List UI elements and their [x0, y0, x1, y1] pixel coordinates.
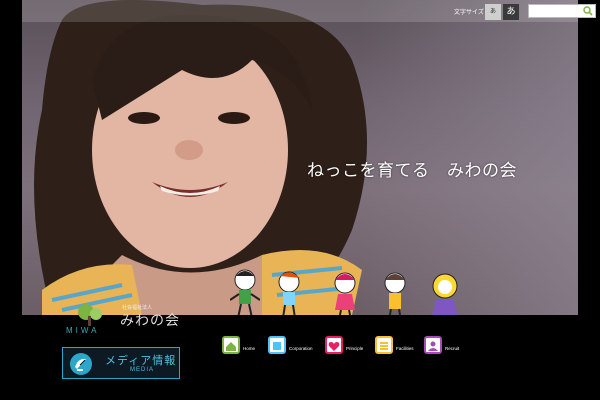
- nav-label: Principle: [346, 346, 364, 351]
- search-input[interactable]: [528, 4, 596, 18]
- satellite-dish-icon: [70, 353, 92, 375]
- character-illustration-1: [230, 269, 260, 319]
- media-sublabel: MEDIA: [130, 367, 155, 373]
- list-icon: [375, 336, 393, 354]
- media-label: メディア情報: [105, 354, 177, 367]
- page: 文字サイズ あ あ ねっこを育てる みわの会 社会福祉法人 みわの会 MIWA …: [0, 0, 600, 400]
- text-size-label: 文字サイズ: [454, 9, 484, 16]
- utility-bar: 文字サイズ あ あ: [22, 0, 596, 22]
- media-info-button[interactable]: メディア情報 MEDIA: [62, 347, 180, 379]
- heart-icon: [325, 336, 343, 354]
- hero-tagline: ねっこを育てる みわの会: [307, 161, 517, 181]
- text-size-small-button[interactable]: あ: [485, 4, 501, 20]
- site-logo[interactable]: 社会福祉法人 みわの会 MIWA: [64, 302, 194, 336]
- logo-name: みわの会: [120, 313, 180, 329]
- logo-roman: MIWA: [66, 326, 100, 335]
- nav-label: Corporation: [289, 346, 313, 351]
- character-illustration-2: [278, 271, 300, 319]
- info-icon: [268, 336, 286, 354]
- nav-label: Recruit: [445, 346, 460, 351]
- person-icon: [424, 336, 442, 354]
- nav-label: Home: [243, 346, 256, 351]
- text-size-large-button[interactable]: あ: [503, 4, 519, 20]
- logo-tree-icon: [78, 304, 102, 326]
- search-icon[interactable]: [583, 6, 593, 16]
- nav-label: Facilities: [396, 346, 414, 351]
- house-icon: [222, 336, 240, 354]
